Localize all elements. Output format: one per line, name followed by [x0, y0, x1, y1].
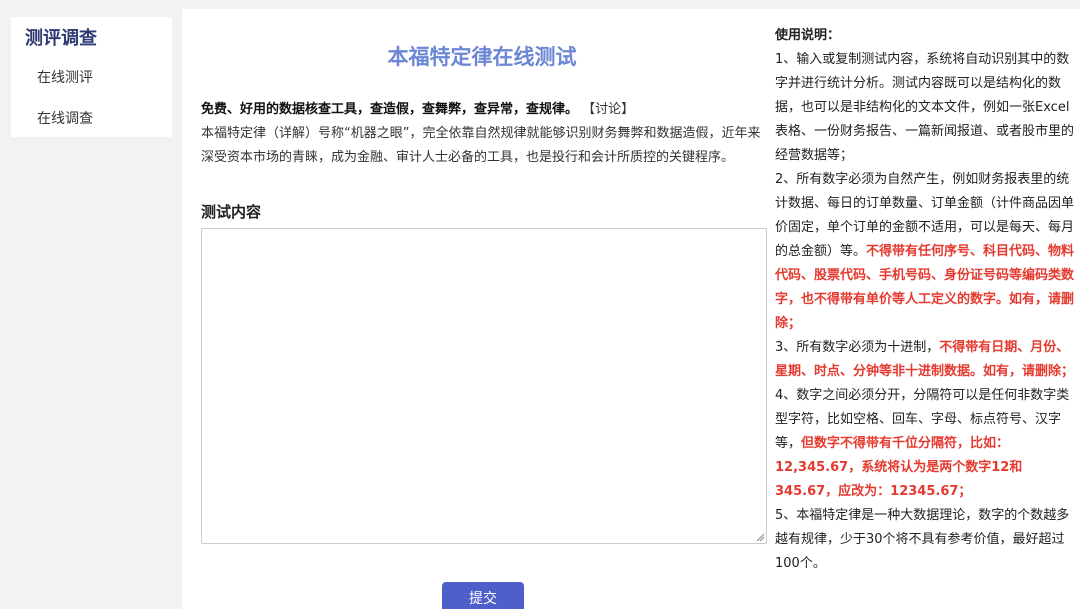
instruction-item-3: 3、所有数字必须为十进制，不得带有日期、月份、星期、时点、分钟等非十进制数据。如… [775, 336, 1075, 384]
instruction-item-1: 1、输入或复制测试内容，系统将自动识别其中的数字并进行统计分析。测试内容既可以是… [775, 52, 1075, 163]
sidebar-item-online-survey[interactable]: 在线调查 [37, 108, 93, 128]
main-panel: 本福特定律在线测试 免费、好用的数据核查工具，查造假，查舞弊，查异常，查规律。 … [182, 9, 1080, 609]
instructions-panel: 使用说明： 1、输入或复制测试内容，系统将自动识别其中的数字并进行统计分析。测试… [775, 24, 1075, 576]
page-title: 本福特定律在线测试 [387, 45, 577, 69]
submit-button[interactable]: 提交 [442, 582, 524, 609]
sidebar-title: 测评调查 [25, 28, 97, 49]
intro-section: 免费、好用的数据核查工具，查造假，查舞弊，查异常，查规律。 【讨论】 本福特定律… [201, 98, 771, 170]
intro-description: 本福特定律（详解）号称“机器之眼”，完全依靠自然规律就能够识别财务舞弊和数据造假… [201, 126, 761, 165]
instruction-item-4-warning: 但数字不得带有千位分隔符，比如：12,345.67，系统将认为是两个数字12和3… [775, 436, 1023, 499]
input-label: 测试内容 [201, 203, 262, 221]
instruction-item-2: 2、所有数字必须为自然产生，例如财务报表里的统计数据、每日的订单数量、订单金额（… [775, 168, 1075, 336]
sidebar: 测评调查 在线测评 在线调查 [11, 17, 172, 137]
instructions-heading: 使用说明： [775, 28, 841, 43]
instruction-item-4: 4、数字之间必须分开，分隔符可以是任何非数字类型字符，比如空格、回车、字母、标点… [775, 384, 1075, 504]
sidebar-item-online-assessment[interactable]: 在线测评 [37, 67, 93, 87]
instruction-item-3-text: 3、所有数字必须为十进制， [775, 340, 940, 355]
test-content-input[interactable] [201, 228, 767, 544]
resize-handle-icon[interactable] [755, 532, 765, 542]
discussion-link[interactable]: 【讨论】 [582, 102, 634, 117]
intro-tagline: 免费、好用的数据核查工具，查造假，查舞弊，查异常，查规律。 [201, 102, 579, 117]
instruction-item-5: 5、本福特定律是一种大数据理论，数字的个数越多越有规律，少于30个将不具有参考价… [775, 508, 1070, 571]
